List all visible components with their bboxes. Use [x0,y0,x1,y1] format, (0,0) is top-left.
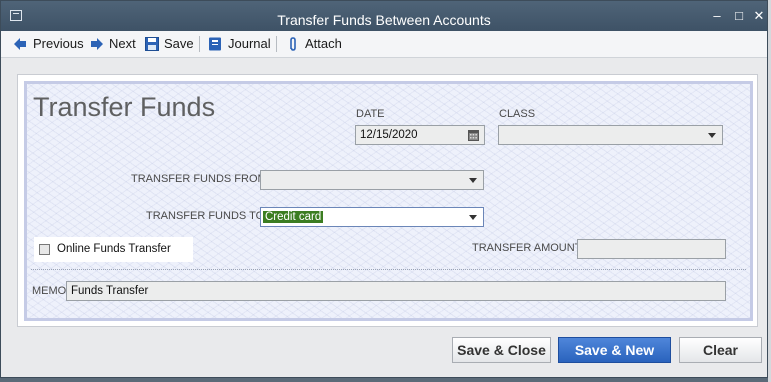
transfer-from-label: TRANSFER FUNDS FROM [131,173,267,185]
date-field[interactable]: 12/15/2020 [355,125,485,145]
transfer-to-label: TRANSFER FUNDS TO [146,210,265,222]
title-bar: Transfer Funds Between Accounts – □ ✕ [1,1,767,31]
class-label: CLASS [499,108,536,120]
page-title: Transfer Funds [33,92,216,122]
transfer-to-value: Credit card [263,211,324,223]
journal-label: Journal [228,36,271,51]
date-label: DATE [356,108,385,120]
transfer-from-dropdown[interactable] [260,170,484,190]
save-label: Save [164,36,194,51]
next-button[interactable]: Next [90,35,138,53]
close-icon[interactable]: ✕ [751,9,767,23]
save-new-button[interactable]: Save & New [558,337,671,363]
save-close-button[interactable]: Save & Close [452,337,551,363]
floppy-disk-icon [145,37,159,51]
chevron-down-icon [469,178,477,183]
minimize-icon[interactable]: – [709,9,725,23]
date-value: 12/15/2020 [360,129,418,141]
chevron-down-icon [469,215,477,220]
save-button[interactable]: Save [145,35,194,53]
divider [31,269,746,270]
class-dropdown[interactable] [498,125,723,145]
previous-button[interactable]: Previous [13,35,84,53]
arrow-left-icon [14,38,26,50]
transfer-to-dropdown[interactable]: Credit card [260,207,484,227]
window-title: Transfer Funds Between Accounts [277,12,491,28]
chevron-down-icon [708,133,716,138]
toolbar-separator [276,36,277,52]
online-transfer-option[interactable]: Online Funds Transfer [34,237,193,262]
journal-icon [209,37,221,51]
previous-label: Previous [33,36,84,51]
memo-label: MEMO [32,285,67,297]
attach-label: Attach [305,36,342,51]
journal-button[interactable]: Journal [208,35,271,53]
transfer-amount-field[interactable] [577,239,726,259]
online-transfer-label: Online Funds Transfer [57,243,171,255]
online-transfer-checkbox[interactable] [39,244,50,255]
memo-field[interactable]: Funds Transfer [66,281,726,301]
toolbar-separator [199,36,200,52]
next-label: Next [109,36,136,51]
memo-value: Funds Transfer [71,285,149,297]
calendar-icon[interactable] [468,130,479,141]
transfer-amount-label: TRANSFER AMOUNT [472,242,582,254]
clear-button[interactable]: Clear [679,337,762,363]
maximize-icon[interactable]: □ [731,9,747,23]
transfer-funds-window: Transfer Funds Between Accounts – □ ✕ Pr… [0,0,768,378]
toolbar: Previous Next Save Journal Attach [1,31,767,58]
attach-button[interactable]: Attach [286,35,344,53]
form-panel: Transfer Funds DATE 12/15/2020 CLASS TRA… [17,74,758,327]
paperclip-icon [290,37,296,51]
transfer-form: Transfer Funds DATE 12/15/2020 CLASS TRA… [24,81,753,321]
arrow-right-icon [91,38,103,50]
